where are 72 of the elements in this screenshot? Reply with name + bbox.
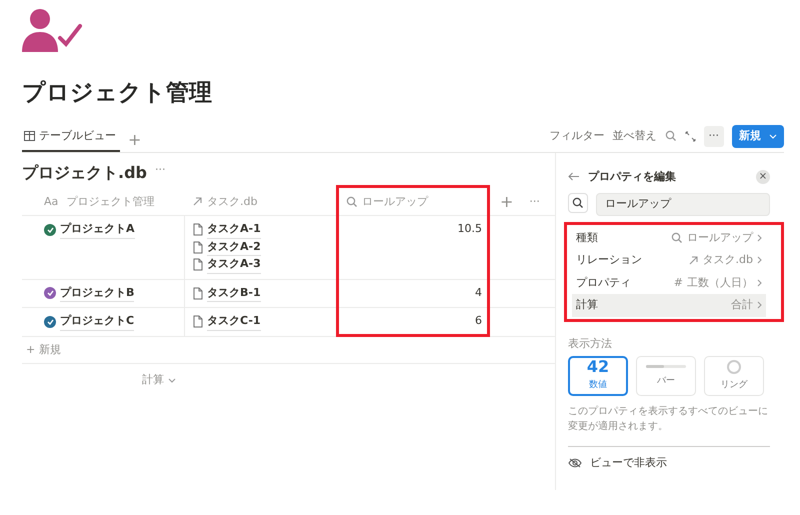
chevron-icon — [757, 256, 762, 264]
setting-label: 種類 — [576, 230, 598, 246]
setting-value: 工数（人日） — [687, 274, 753, 290]
add-view-button[interactable]: + — [128, 132, 142, 152]
rollup-value: 4 — [475, 286, 482, 298]
table-icon — [24, 131, 35, 142]
calculate-button[interactable]: 計算 — [142, 372, 164, 388]
display-option[interactable]: 42 数値 — [568, 356, 628, 396]
hash-icon: # — [674, 274, 683, 291]
sort-button[interactable]: 並べ替え — [612, 128, 656, 144]
search-icon — [572, 197, 584, 209]
more-button[interactable]: ··· — [154, 162, 166, 179]
more-button[interactable]: ··· — [704, 126, 724, 146]
task-link[interactable]: タスクC-1 — [207, 313, 261, 330]
eye-icon — [568, 458, 582, 468]
project-name[interactable]: プロジェクトC — [60, 313, 134, 330]
setting-value: ロールアップ — [687, 230, 753, 246]
caret-icon — [769, 134, 777, 139]
note-text: このプロパティを表示するすべてのビューに変更が適用されます。 — [568, 404, 769, 434]
page-title: プロジェクト管理 — [22, 79, 213, 108]
task-link[interactable]: タスクA-1 — [207, 221, 261, 238]
view-tab[interactable]: テーブルビュー — [22, 128, 120, 152]
setting-row[interactable]: 計算 合計 — [572, 294, 766, 316]
setting-row[interactable]: プロパティ # 工数（人日） — [572, 272, 766, 294]
setting-label: リレーション — [576, 252, 642, 268]
arrow-icon — [688, 254, 699, 266]
document-icon — [193, 240, 203, 254]
display-option[interactable]: リング — [704, 356, 764, 396]
close-button[interactable]: × — [756, 170, 770, 184]
setting-label: プロパティ — [576, 274, 631, 290]
setting-row[interactable]: リレーション タスク.db — [572, 249, 766, 272]
search-icon — [671, 232, 683, 244]
arrow-icon — [192, 196, 203, 208]
rollup-value: 6 — [475, 314, 482, 327]
setting-label: 計算 — [576, 297, 598, 313]
filter-button[interactable]: フィルター — [550, 128, 604, 144]
search-icon — [664, 130, 676, 142]
ring-icon — [726, 359, 742, 376]
menu-item[interactable]: ビューで非表示 — [568, 451, 770, 476]
text-type-icon: Aa — [44, 194, 58, 210]
expand-icon — [684, 130, 696, 142]
document-icon — [193, 223, 203, 236]
setting-value: タスク.db — [702, 252, 753, 268]
more-button[interactable]: ··· — [529, 194, 540, 210]
project-name[interactable]: プロジェクトB — [60, 284, 134, 302]
add-column-button[interactable]: + — [500, 194, 514, 210]
setting-value: 合計 — [731, 297, 753, 313]
task-link[interactable]: タスクA-3 — [207, 256, 261, 274]
chevron-icon — [757, 278, 762, 287]
new-button[interactable]: 新規 — [732, 125, 784, 148]
caret-icon — [168, 378, 176, 383]
task-link[interactable]: タスクB-1 — [207, 284, 261, 302]
project-name[interactable]: プロジェクトA — [60, 221, 135, 238]
user-check-icon — [22, 8, 84, 54]
chevron-icon — [757, 234, 762, 242]
new-row-button[interactable]: + 新規 — [26, 342, 492, 358]
chevron-icon — [757, 301, 762, 310]
section-label: 表示方法 — [568, 336, 613, 352]
setting-row[interactable]: 種類 ロールアップ — [572, 226, 766, 249]
document-icon — [193, 286, 203, 300]
document-icon — [193, 258, 203, 272]
name-field[interactable]: ロールアップ — [596, 193, 770, 216]
task-link[interactable]: タスクA-2 — [207, 238, 261, 256]
display-option[interactable]: バー — [636, 356, 696, 396]
panel-title: プロパティを編集 — [588, 168, 677, 184]
search-icon — [346, 196, 358, 208]
number-preview: 42 — [586, 359, 610, 376]
rollup-value: 10.5 — [458, 222, 482, 235]
document-icon — [193, 315, 203, 328]
plus-icon: + — [26, 342, 36, 358]
back-arrow-icon — [568, 172, 580, 182]
database-title: プロジェクト.db — [22, 162, 147, 184]
